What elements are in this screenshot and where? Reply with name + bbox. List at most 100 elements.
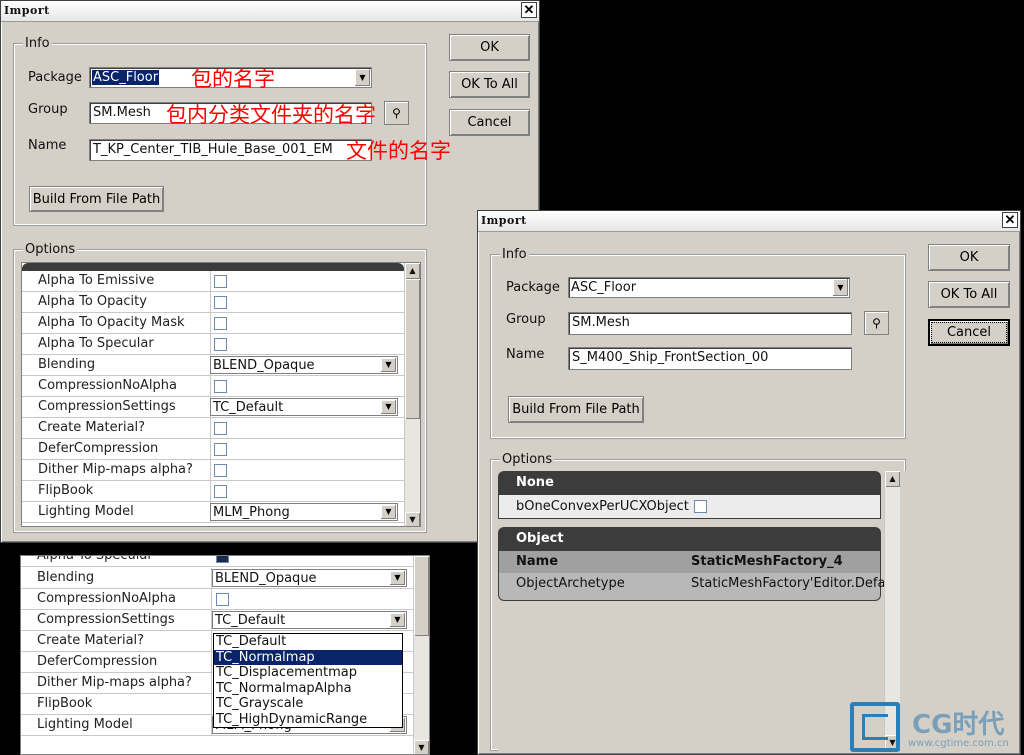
property-row: DeferCompression xyxy=(22,439,404,460)
title-bar[interactable]: Import ✕ xyxy=(1,1,539,22)
property-combo-value: BLEND_Opaque xyxy=(213,358,315,373)
chevron-down-icon[interactable]: ▼ xyxy=(389,613,405,627)
column-divider xyxy=(211,652,212,672)
checkbox[interactable] xyxy=(214,422,227,435)
cancel-button[interactable]: Cancel xyxy=(449,109,530,136)
object-archetype-label: ObjectArchetype xyxy=(516,576,625,591)
chevron-down-icon[interactable]: ▼ xyxy=(380,505,396,519)
property-combo[interactable]: BLEND_Opaque ▼ xyxy=(212,569,407,587)
column-divider xyxy=(210,418,211,438)
checkbox[interactable] xyxy=(214,338,227,351)
chevron-down-icon[interactable]: ▼ xyxy=(832,279,848,296)
binoculars-icon[interactable]: ⚲ xyxy=(864,311,889,335)
property-name: CompressionNoAlpha xyxy=(37,591,176,606)
property-combo[interactable]: TC_Default ▼ xyxy=(210,398,398,416)
column-divider xyxy=(210,313,211,333)
name-field[interactable]: T_KP_Center_TIB_Hule_Base_001_EM xyxy=(89,139,372,161)
name-field[interactable]: S_M400_Ship_FrontSection_00 xyxy=(568,347,852,370)
package-combo[interactable]: ASC_Floor ▼ xyxy=(568,277,850,298)
dropdown-option[interactable]: TC_HighDynamicRange xyxy=(214,712,402,728)
chevron-down-icon[interactable]: ▼ xyxy=(354,69,370,86)
scroll-up-icon[interactable]: ▲ xyxy=(885,471,900,487)
checkbox[interactable] xyxy=(214,443,227,456)
none-property-row: bOneConvexPerUCXObject xyxy=(498,495,881,519)
property-name: CompressionSettings xyxy=(38,399,176,414)
checkbox[interactable] xyxy=(216,556,229,563)
vertical-scrollbar[interactable]: ▲ ▼ xyxy=(404,263,420,526)
dropdown-option[interactable]: TC_NormalmapAlpha xyxy=(214,681,402,697)
checkbox[interactable] xyxy=(694,500,707,513)
checkbox[interactable] xyxy=(214,485,227,498)
close-button[interactable]: ✕ xyxy=(1002,212,1018,228)
property-row: CompressionNoAlpha xyxy=(21,589,413,610)
checkbox[interactable] xyxy=(214,464,227,477)
property-row: Alpha To Specular xyxy=(22,334,404,355)
ok-button[interactable]: OK xyxy=(928,244,1010,271)
checkbox[interactable] xyxy=(214,317,227,330)
property-row: CompressionSettings TC_Default ▼ xyxy=(21,610,413,631)
property-name: Blending xyxy=(37,570,95,585)
property-name: CompressionNoAlpha xyxy=(38,378,177,393)
info-group-label: Info xyxy=(500,247,529,262)
property-combo[interactable]: MLM_Phong ▼ xyxy=(210,503,398,521)
checkbox[interactable] xyxy=(214,296,227,309)
scroll-down-icon[interactable]: ▼ xyxy=(414,740,429,754)
property-name: bOneConvexPerUCXObject xyxy=(516,499,689,514)
import-dialog-2: Import ✕ Info Package ASC_Floor ▼ Group … xyxy=(477,210,1021,755)
watermark: CG时代 www.cgtime.com.cn xyxy=(850,700,1024,755)
property-row: Alpha To Opacity Mask xyxy=(22,313,404,334)
build-from-file-path-button[interactable]: Build From File Path xyxy=(508,396,644,423)
dropdown-option[interactable]: TC_Displacementmap xyxy=(214,665,402,681)
scroll-up-icon[interactable]: ▲ xyxy=(405,263,420,279)
object-properties: Name StaticMeshFactory_4 ObjectArchetype… xyxy=(498,551,897,601)
object-name-label: Name xyxy=(516,554,559,569)
column-divider xyxy=(211,694,212,714)
package-value: ASC_Floor xyxy=(92,70,160,85)
column-divider xyxy=(211,589,212,609)
group-field[interactable]: SM.Mesh xyxy=(568,312,852,335)
property-name: FlipBook xyxy=(37,696,93,711)
options-panel-crop: Alpha To Specular Blending BLEND_Opaque ▼ Co… xyxy=(20,555,430,755)
property-row-partial: Alpha To Specular xyxy=(21,556,413,567)
property-row: FlipBook xyxy=(22,481,404,502)
checkbox[interactable] xyxy=(216,593,229,606)
scroll-thumb[interactable] xyxy=(405,279,420,419)
property-name: DeferCompression xyxy=(38,441,159,456)
property-row: Alpha To Opacity xyxy=(22,292,404,313)
ok-to-all-button[interactable]: OK To All xyxy=(928,281,1010,308)
object-name-row: Name StaticMeshFactory_4 xyxy=(499,551,880,573)
column-divider xyxy=(211,673,212,693)
close-button[interactable]: ✕ xyxy=(521,2,537,18)
annotation-package: 包的名字 xyxy=(191,67,275,91)
scroll-down-icon[interactable]: ▼ xyxy=(405,512,420,526)
property-combo[interactable]: TC_Default ▼ xyxy=(212,611,407,629)
cancel-button[interactable]: Cancel xyxy=(928,319,1010,346)
chevron-down-icon[interactable]: ▼ xyxy=(380,400,396,414)
category-none-header[interactable]: None xyxy=(498,471,881,495)
title-bar[interactable]: Import ✕ xyxy=(478,211,1020,232)
import-dialog-1: Import ✕ Info Package ASC_Floor ▼ Group … xyxy=(0,0,540,543)
scroll-thumb[interactable] xyxy=(414,556,429,636)
chevron-down-icon[interactable]: ▼ xyxy=(380,358,396,372)
property-list: Alpha To Emissive Alpha To Opacity Alpha T… xyxy=(21,262,421,527)
package-label: Package xyxy=(506,280,560,295)
property-row: Alpha To Emissive xyxy=(22,271,404,292)
property-combo-value: MLM_Phong xyxy=(213,505,290,520)
ok-button[interactable]: OK xyxy=(449,34,530,61)
ok-to-all-button[interactable]: OK To All xyxy=(449,71,530,98)
binoculars-icon[interactable]: ⚲ xyxy=(384,101,409,125)
category-object-header[interactable]: Object xyxy=(498,527,881,551)
package-value: ASC_Floor xyxy=(571,280,637,295)
dropdown-option[interactable]: TC_Grayscale xyxy=(214,696,402,712)
vertical-scrollbar[interactable]: ▼ xyxy=(413,556,429,754)
compression-settings-dropdown[interactable]: TC_Default TC_Normalmap TC_Displacementmap… xyxy=(213,633,403,728)
dropdown-option[interactable]: TC_Default xyxy=(214,634,402,650)
build-from-file-path-button[interactable]: Build From File Path xyxy=(29,186,164,212)
checkbox[interactable] xyxy=(214,275,227,288)
object-name-value: StaticMeshFactory_4 xyxy=(691,554,843,569)
property-row: Create Material? xyxy=(22,418,404,439)
property-combo[interactable]: BLEND_Opaque ▼ xyxy=(210,356,398,374)
dropdown-option[interactable]: TC_Normalmap xyxy=(214,649,402,665)
checkbox[interactable] xyxy=(214,380,227,393)
chevron-down-icon[interactable]: ▼ xyxy=(389,571,405,585)
